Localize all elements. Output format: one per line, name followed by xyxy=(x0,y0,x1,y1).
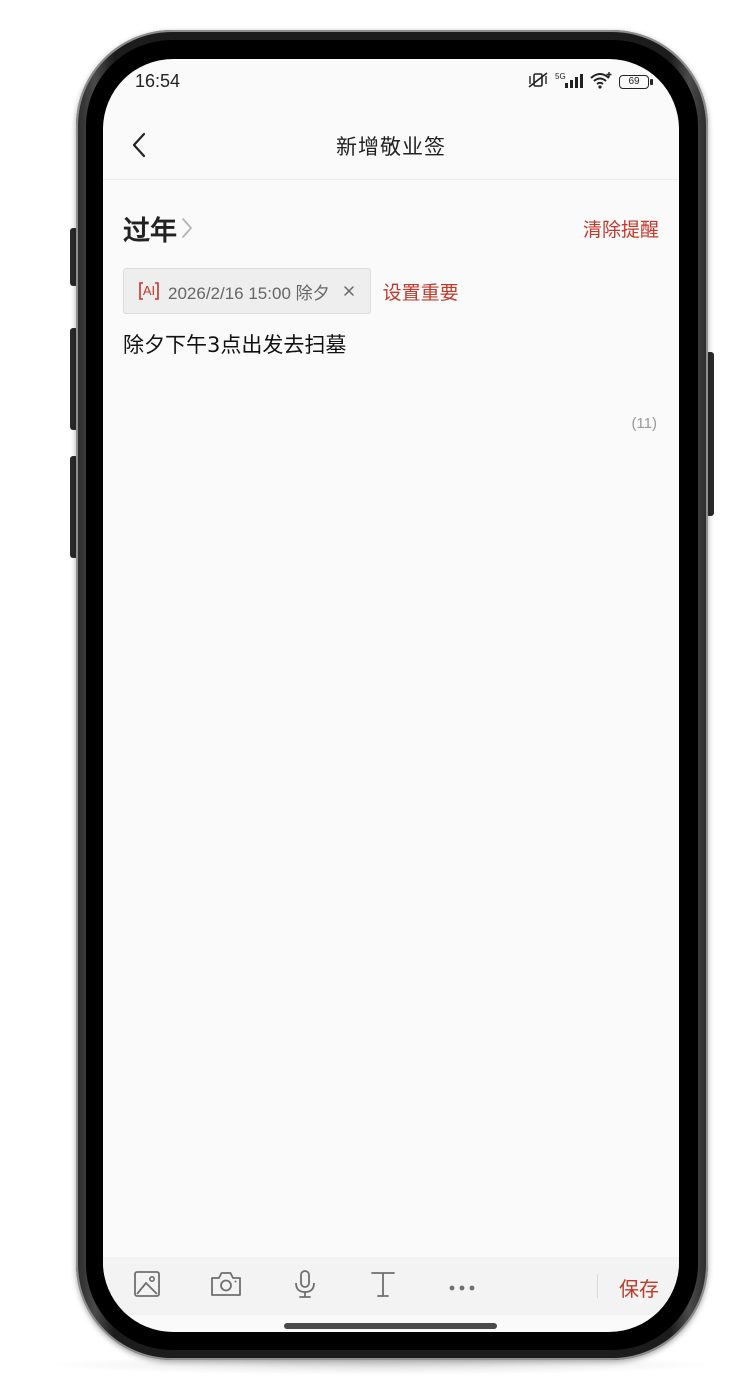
reminder-datetime: 2026/2/16 15:00 除夕 xyxy=(168,283,330,303)
camera-icon xyxy=(210,1270,242,1302)
header-divider xyxy=(103,179,679,180)
category-row: 过年 清除提醒 xyxy=(123,207,659,251)
set-important-button[interactable]: 设置重要 xyxy=(383,278,459,305)
ai-badge-text: AI xyxy=(142,283,156,298)
reminder-row: AI 2026/2/16 15:00 除夕 设置重要 xyxy=(123,268,459,314)
note-content-input[interactable]: 除夕下午3点出发去扫墓 xyxy=(123,329,659,361)
cellular-signal-icon: 5G xyxy=(555,71,583,93)
image-icon xyxy=(133,1270,161,1302)
more-icon xyxy=(448,1277,476,1296)
more-options-button[interactable] xyxy=(442,1267,482,1305)
save-button[interactable]: 保存 xyxy=(619,1273,659,1302)
header: 新增敬业签 xyxy=(103,117,679,179)
microphone-icon xyxy=(293,1269,317,1303)
camera-button[interactable] xyxy=(206,1267,246,1305)
close-icon[interactable] xyxy=(342,284,356,298)
chevron-right-icon xyxy=(181,217,193,243)
page-title: 新增敬业签 xyxy=(336,135,446,159)
text-format-icon xyxy=(369,1270,397,1302)
battery-icon: 69 xyxy=(619,75,653,89)
network-type-label: 5G xyxy=(555,72,566,81)
mute-vibrate-icon xyxy=(527,71,549,93)
text-format-button[interactable] xyxy=(363,1267,403,1305)
status-time: 16:54 xyxy=(135,71,181,91)
phone-screen: 16:54 5G 69 新增敬业签 过年 清除提醒 AI 2026/2/16 1… xyxy=(103,59,679,1332)
insert-image-button[interactable] xyxy=(127,1267,167,1305)
ai-reminder-icon: AI xyxy=(138,281,160,301)
wifi-icon xyxy=(589,71,613,93)
toolbar-divider xyxy=(597,1274,598,1298)
bottom-toolbar: 保存 xyxy=(103,1257,679,1315)
reminder-chip[interactable]: AI 2026/2/16 15:00 除夕 xyxy=(123,268,371,314)
voice-input-button[interactable] xyxy=(285,1267,325,1305)
status-bar: 16:54 5G 69 xyxy=(103,59,679,107)
category-selector[interactable]: 过年 xyxy=(123,209,193,248)
home-indicator[interactable] xyxy=(284,1323,497,1329)
clear-reminder-button[interactable]: 清除提醒 xyxy=(583,215,659,242)
category-label: 过年 xyxy=(123,216,177,247)
status-icons: 5G 69 xyxy=(527,71,653,93)
char-count: (11) xyxy=(631,415,657,432)
